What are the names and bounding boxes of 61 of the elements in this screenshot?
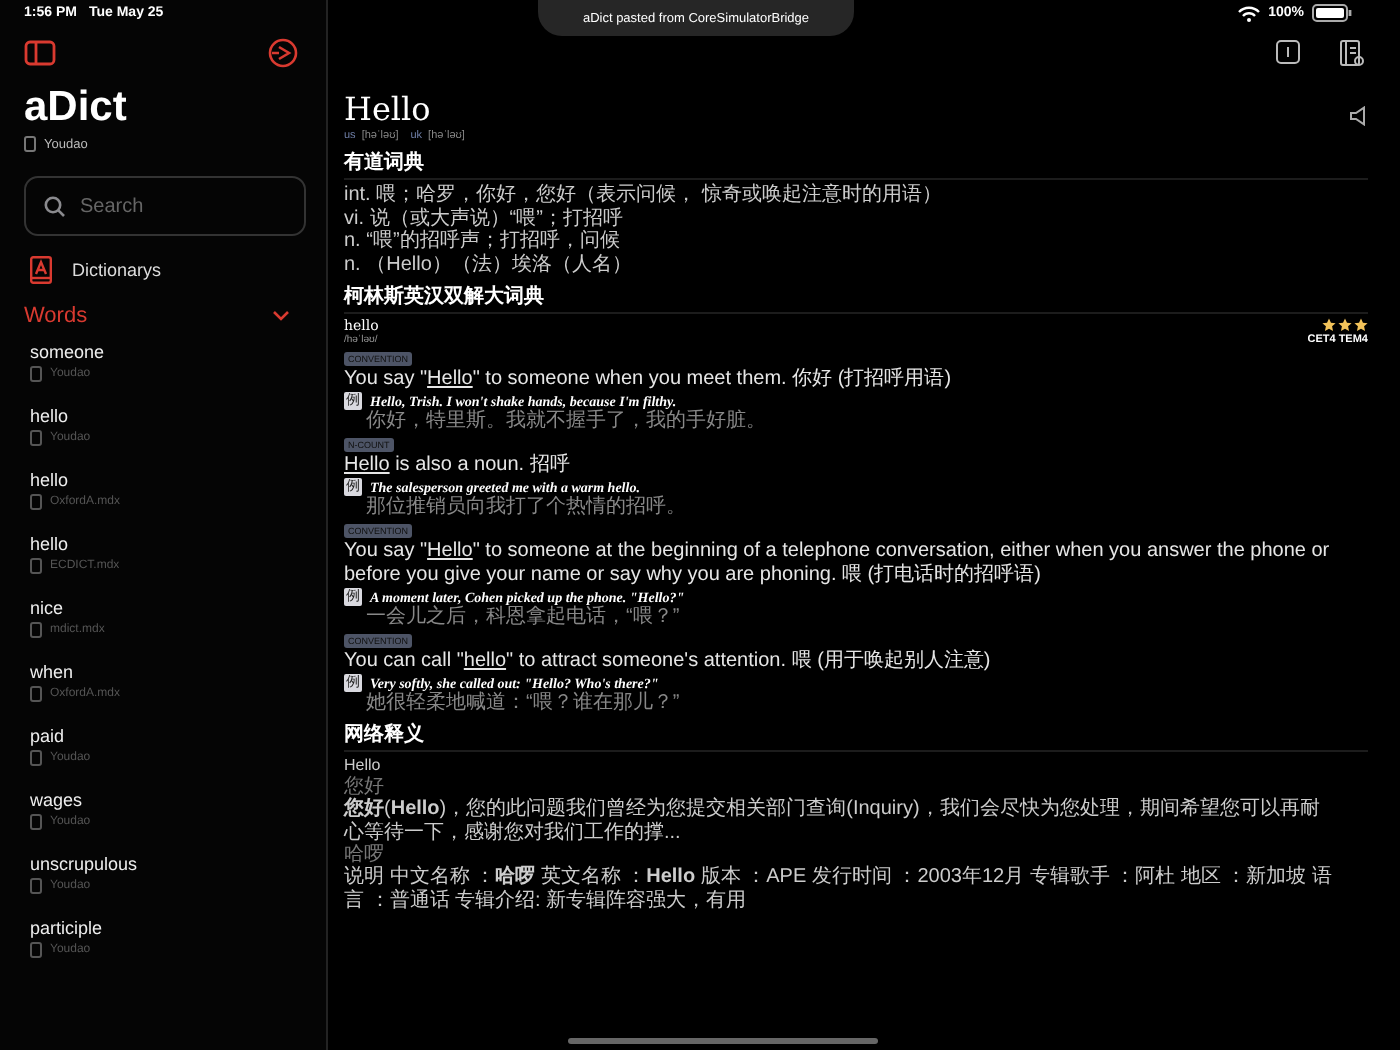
app-title: aDict xyxy=(24,84,129,132)
section-heading: 有道词典 xyxy=(344,152,1368,180)
word-label: participle xyxy=(30,918,105,938)
web-query: Hello xyxy=(344,754,383,776)
word-label: when xyxy=(30,662,76,682)
document-icon xyxy=(30,878,42,894)
page-icon[interactable] xyxy=(1276,40,1300,64)
section-title: Words xyxy=(24,304,88,328)
document-icon xyxy=(30,558,42,574)
document-icon xyxy=(30,430,42,446)
sense-definition: You say "Hello" to someone at the beginning of a telephone conversation, either when you answer the phone or before you give your name or say why you are phoning. 喂 (打电话时的招呼语) xyxy=(344,540,1332,588)
battery-icon xyxy=(1312,4,1352,22)
document-list-icon[interactable] xyxy=(1340,40,1364,66)
document-icon xyxy=(30,366,42,382)
section-heading: 网络释义 xyxy=(344,724,1368,752)
document-icon xyxy=(30,686,42,702)
word-link[interactable]: Hello xyxy=(344,454,390,476)
document-icon xyxy=(24,136,36,152)
speaker-icon[interactable] xyxy=(1350,106,1368,126)
sense-definition: You can call "hello" to attract someone's attention. 喂 (用于唤起别人注意) xyxy=(344,650,991,674)
wifi-icon xyxy=(1238,5,1261,21)
word-link[interactable]: Hello xyxy=(427,368,473,390)
definition-line: vi. 说（或大声说）“喂”；打招呼 xyxy=(344,207,625,229)
book-icon xyxy=(30,256,52,284)
headword: Hello xyxy=(344,90,433,130)
example-translation: 那位推销员向我打了个热情的招呼。 xyxy=(364,496,686,518)
play-circle-icon[interactable] xyxy=(268,37,298,67)
web-term: 您好 xyxy=(344,776,386,798)
web-term: 哈啰 xyxy=(344,844,386,866)
section-heading: 柯林斯英汉双解大词典 xyxy=(344,286,1368,314)
definition-line: n. （Hello）（法）埃洛（人名） xyxy=(344,253,634,276)
sidebar-toggle-icon[interactable] xyxy=(24,39,56,65)
example-translation: 你好，特里斯。我就不握手了，我的手好脏。 xyxy=(364,410,766,432)
sense-definition: Hello is also a noun. 招呼 xyxy=(344,454,570,478)
word-label: hello xyxy=(30,534,71,554)
document-icon xyxy=(30,750,42,766)
word-label: someone xyxy=(30,342,107,362)
word-label: nice xyxy=(30,598,66,618)
word-label: paid xyxy=(30,726,67,746)
document-icon xyxy=(30,942,42,958)
web-definition: 您好(Hello)，您的此问题我们曾经为您提交相关部门查询(Inquiry)，我们会尽快为您处理，期间希望您可以再耐心等待一下，感谢您对我们工作的撑... xyxy=(344,798,1322,844)
search-field[interactable]: Search xyxy=(24,176,306,236)
chevron-icon[interactable] xyxy=(272,310,290,322)
word-label: hello xyxy=(30,470,71,490)
document-icon xyxy=(30,494,42,510)
definition-line: int. 喂；哈罗，你好，您好（表示问候， 惊奇或唤起注意时的用语） xyxy=(344,184,944,207)
example-translation: 一会儿之后，科恩拿起电话，“喂？” xyxy=(364,606,680,628)
search-icon xyxy=(44,195,66,217)
web-definition: 说明 中文名称 ：哈啰 英文名称 ：Hello 版本 ：APE 发行时间 ：2003年12月 专辑歌手 ：阿杜 地区 ：新加坡 语言 ：普通话 专辑介绍: 新专辑阵容强大，有用 xyxy=(344,866,1334,912)
word-link[interactable]: Hello xyxy=(427,540,473,562)
word-link[interactable]: hello xyxy=(463,650,507,672)
word-label: hello xyxy=(30,406,71,426)
document-icon xyxy=(30,622,42,638)
search-input[interactable]: Search xyxy=(80,195,280,217)
example-translation: 她很轻柔地喊道：“喂？谁在那儿？” xyxy=(364,692,680,714)
word-label: unscrupulous xyxy=(30,854,140,874)
dictionaries-link[interactable]: Dictionarys xyxy=(72,260,162,280)
word-label: wages xyxy=(30,790,85,810)
sense-definition: You say "Hello" to someone when you meet them. 你好 (打招呼用语) xyxy=(344,368,952,392)
document-icon xyxy=(30,814,42,830)
definition-line: n. “喂”的招呼声；打招呼，问候 xyxy=(344,230,622,253)
